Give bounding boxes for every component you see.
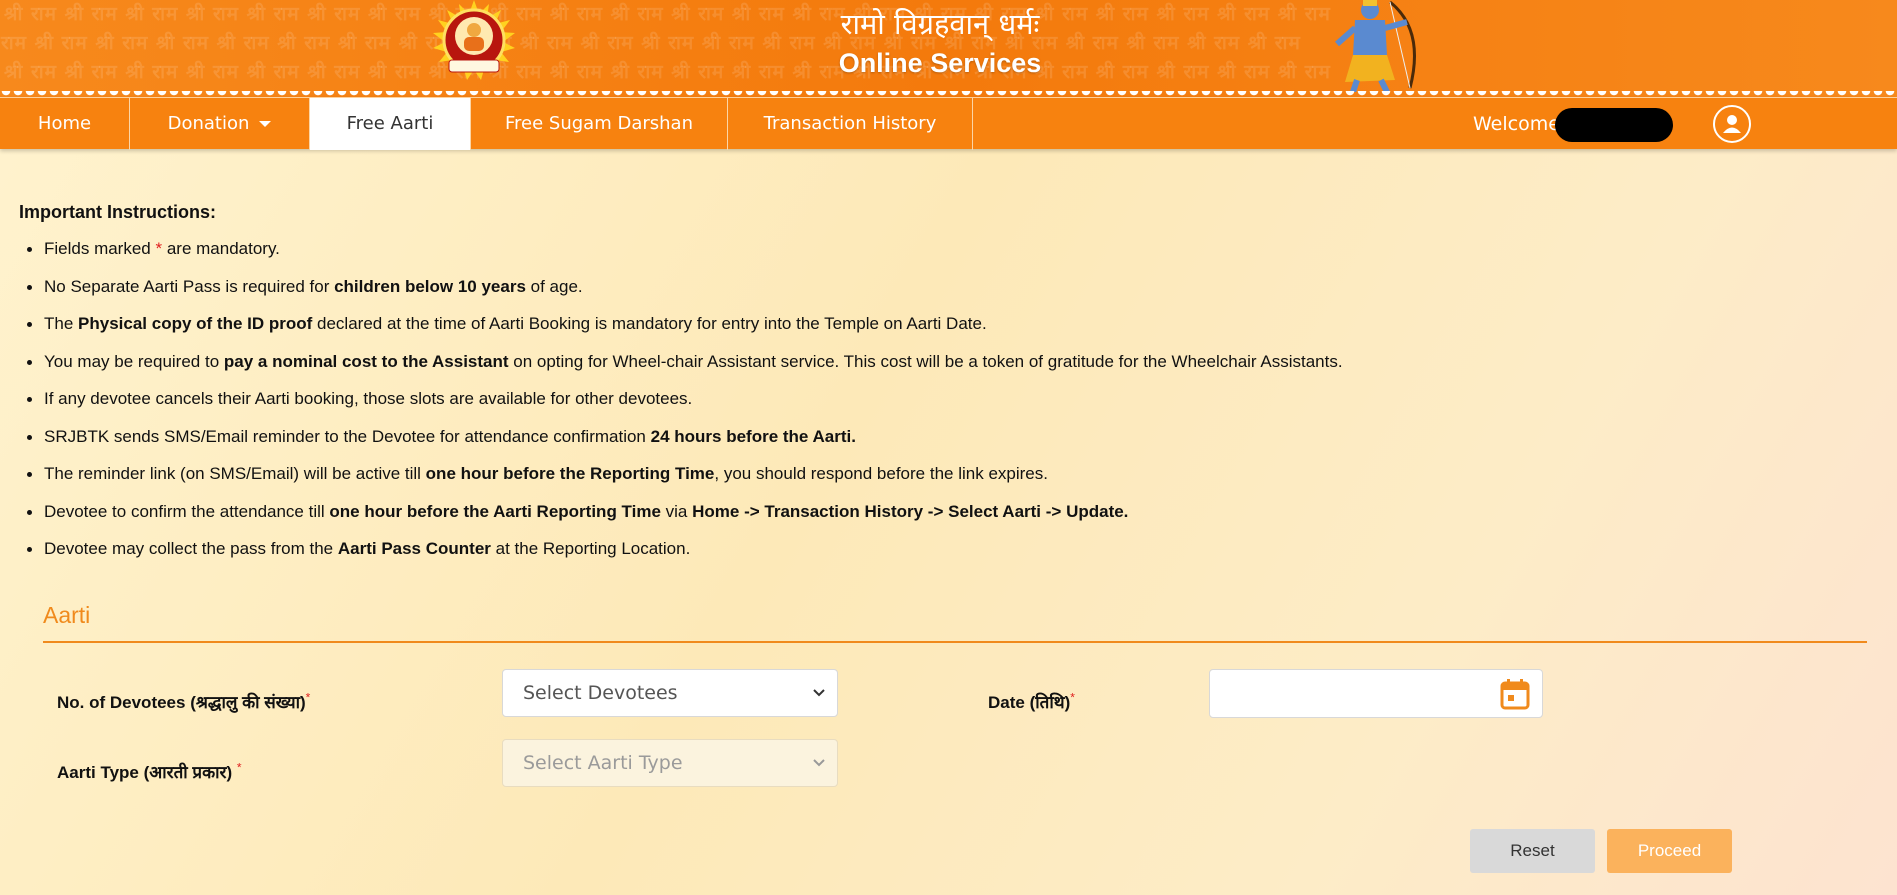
devotees-label-text: No. of Devotees (श्रद्धालु की संख्या) <box>57 693 306 712</box>
instruction-text: Devotee to confirm the attendance till <box>44 501 330 521</box>
instruction-text: are mandatory. <box>162 239 280 258</box>
required-mark: * <box>1070 690 1075 705</box>
instruction-text: No Separate Aarti Pass is required for <box>44 276 335 296</box>
devotees-select[interactable]: Select Devotees <box>502 669 838 717</box>
reset-button[interactable]: Reset <box>1470 829 1595 873</box>
instruction-text: one hour before the Aarti Reporting Time <box>329 501 661 521</box>
instruction-text: of age. <box>525 276 583 296</box>
nav-home[interactable]: Home <box>0 98 130 150</box>
date-label: Date (तिथि)* <box>988 690 1075 713</box>
main-nav: Home Donation Free Aarti Free Sugam Dars… <box>0 97 1897 150</box>
section-title: Aarti <box>43 602 91 628</box>
nav-free-aarti[interactable]: Free Aarti <box>310 98 471 150</box>
instruction-item: No Separate Aarti Pass is required for c… <box>22 276 1822 314</box>
instruction-text: SRJBTK sends SMS/Email reminder to the D… <box>44 426 651 446</box>
nav-free-sugam-darshan[interactable]: Free Sugam Darshan <box>471 98 728 150</box>
instruction-text: The reminder link (on SMS/Email) will be… <box>44 464 426 483</box>
instruction-text: at the Reporting Location. <box>490 539 691 558</box>
nav-free-sugam-darshan-label: Free Sugam Darshan <box>505 113 693 134</box>
nav-transaction-history-label: Transaction History <box>763 113 937 134</box>
nav-home-label: Home <box>37 113 92 134</box>
aarti-type-select[interactable]: Select Aarti Type <box>502 739 838 787</box>
instruction-text: You may be required to <box>44 351 224 371</box>
instruction-item: Devotee may collect the pass from the Aa… <box>22 538 1822 576</box>
nav-free-aarti-label: Free Aarti <box>346 113 434 134</box>
site-header: श्री राम श्री राम श्री राम श्री राम श्री… <box>0 0 1897 97</box>
calendar-icon[interactable] <box>1500 678 1530 710</box>
person-icon <box>1723 115 1741 133</box>
date-label-text: Date (तिथि) <box>988 693 1071 712</box>
devotees-select-value: Select Devotees <box>523 682 678 704</box>
instruction-text: children below 10 years <box>334 276 526 296</box>
devotees-label: No. of Devotees (श्रद्धालु की संख्या)* <box>57 690 310 713</box>
instruction-text: on opting for Wheel-chair Assistant serv… <box>508 351 1343 371</box>
instruction-text: Devotee may collect the pass from the <box>44 539 338 558</box>
instruction-item: Fields marked * are mandatory. <box>22 238 1822 276</box>
proceed-button[interactable]: Proceed <box>1607 829 1732 873</box>
site-title: Online Services <box>838 48 1042 78</box>
aarti-type-select-value: Select Aarti Type <box>523 752 683 774</box>
instruction-text: Home -> Transaction History -> Select Aa… <box>692 501 1129 521</box>
chevron-down-icon <box>813 759 825 767</box>
required-mark: * <box>236 760 242 775</box>
required-mark: * <box>305 690 311 705</box>
temple-trust-seal-icon <box>433 0 515 80</box>
instruction-text: 24 hours before the Aarti. <box>650 426 856 446</box>
user-profile-icon[interactable] <box>1713 105 1751 143</box>
instruction-text: declared at the time of Aarti Booking is… <box>312 314 987 333</box>
welcome-text: Welcome <box>1473 113 1560 135</box>
instruction-text: one hour before the Reporting Time <box>425 464 715 483</box>
instruction-text: , you should respond before the link exp… <box>714 464 1048 483</box>
date-field[interactable] <box>1209 669 1543 718</box>
instruction-item: The reminder link (on SMS/Email) will be… <box>22 463 1822 501</box>
aarti-type-label: Aarti Type (आरती प्रकार) * <box>57 760 242 783</box>
redacted-username <box>1555 108 1673 142</box>
instruction-text: Aarti Pass Counter <box>337 539 491 558</box>
nav-transaction-history[interactable]: Transaction History <box>728 98 973 150</box>
instruction-item: You may be required to pay a nominal cos… <box>22 351 1822 389</box>
instruction-text: If any devotee cancels their Aarti booki… <box>44 389 693 408</box>
section-divider <box>43 641 1867 643</box>
instruction-item: Devotee to confirm the attendance till o… <box>22 501 1822 539</box>
instruction-text: Fields marked <box>44 239 156 258</box>
chevron-down-icon <box>259 121 272 127</box>
nav-donation[interactable]: Donation <box>130 98 310 150</box>
instruction-item: If any devotee cancels their Aarti booki… <box>22 388 1822 426</box>
nav-donation-label: Donation <box>167 113 250 134</box>
instruction-text: The <box>44 314 79 333</box>
instruction-item: SRJBTK sends SMS/Email reminder to the D… <box>22 426 1822 464</box>
chevron-down-icon <box>813 689 825 697</box>
instruction-item: The Physical copy of the ID proof declar… <box>22 313 1822 351</box>
instruction-text: via <box>660 501 693 521</box>
instructions-list: Fields marked * are mandatory. No Separat… <box>22 238 1822 576</box>
instructions-title: Important Instructions: <box>19 202 216 222</box>
instruction-text: pay a nominal cost to the Assistant <box>223 351 509 371</box>
shri-ram-with-bow-icon <box>1335 0 1416 92</box>
aarti-type-label-text: Aarti Type (आरती प्रकार) <box>57 763 233 782</box>
instruction-text: Physical copy of the ID proof <box>78 314 313 333</box>
header-motto: रामो विग्रहवान् धर्मः <box>840 7 1040 41</box>
